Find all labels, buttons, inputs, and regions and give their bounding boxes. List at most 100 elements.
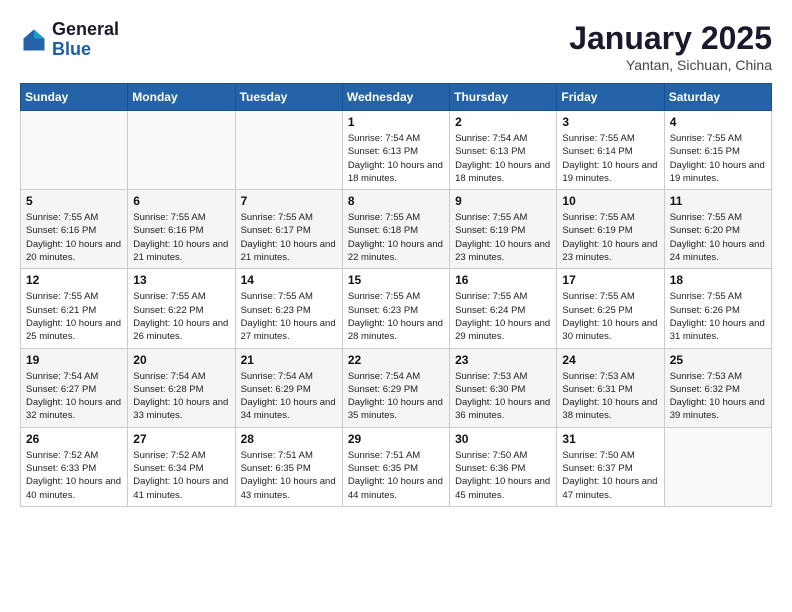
day-info: Sunrise: 7:55 AM Sunset: 6:26 PM Dayligh…	[670, 290, 766, 343]
day-number: 23	[455, 353, 551, 367]
page-header: General Blue January 2025 Yantan, Sichua…	[20, 20, 772, 73]
weekday-header-tuesday: Tuesday	[235, 84, 342, 111]
day-number: 22	[348, 353, 444, 367]
day-cell-26: 26 Sunrise: 7:52 AM Sunset: 6:33 PM Dayli…	[21, 427, 128, 506]
day-cell-8: 8Sunrise: 7:55 AM Sunset: 6:18 PM Daylig…	[342, 190, 449, 269]
day-info: Sunrise: 7:54 AM Sunset: 6:13 PM Dayligh…	[348, 132, 444, 185]
day-cell-15: 15 Sunrise: 7:55 AM Sunset: 6:23 PM Dayli…	[342, 269, 449, 348]
logo-text: General Blue	[52, 20, 119, 60]
day-cell-12: 12 Sunrise: 7:55 AM Sunset: 6:21 PM Dayli…	[21, 269, 128, 348]
day-info: Sunrise: 7:53 AM Sunset: 6:32 PM Dayligh…	[670, 370, 766, 423]
day-cell-13: 13 Sunrise: 7:55 AM Sunset: 6:22 PM Dayli…	[128, 269, 235, 348]
weekday-header-wednesday: Wednesday	[342, 84, 449, 111]
day-cell-30: 30Sunrise: 7:50 AM Sunset: 6:36 PM Dayli…	[450, 427, 557, 506]
day-info: Sunrise: 7:55 AM Sunset: 6:19 PM Dayligh…	[455, 211, 551, 264]
day-number: 27	[133, 432, 229, 446]
day-number: 13	[133, 273, 229, 287]
day-info: Sunrise: 7:55 AM Sunset: 6:16 PM Dayligh…	[26, 211, 122, 264]
day-number: 16	[455, 273, 551, 287]
day-number: 24	[562, 353, 658, 367]
week-row-3: 12 Sunrise: 7:55 AM Sunset: 6:21 PM Dayli…	[21, 269, 772, 348]
day-info: Sunrise: 7:51 AM Sunset: 6:35 PM Dayligh…	[241, 449, 337, 502]
day-cell-4: 4 Sunrise: 7:55 AM Sunset: 6:15 PM Daylig…	[664, 111, 771, 190]
logo: General Blue	[20, 20, 119, 60]
weekday-header-saturday: Saturday	[664, 84, 771, 111]
empty-cell	[128, 111, 235, 190]
weekday-header-row: SundayMondayTuesdayWednesdayThursdayFrid…	[21, 84, 772, 111]
day-info: Sunrise: 7:55 AM Sunset: 6:24 PM Dayligh…	[455, 290, 551, 343]
logo-icon	[20, 26, 48, 54]
day-number: 17	[562, 273, 658, 287]
day-number: 20	[133, 353, 229, 367]
week-row-2: 5 Sunrise: 7:55 AM Sunset: 6:16 PM Daylig…	[21, 190, 772, 269]
day-number: 5	[26, 194, 122, 208]
day-number: 7	[241, 194, 337, 208]
day-cell-27: 27Sunrise: 7:52 AM Sunset: 6:34 PM Dayli…	[128, 427, 235, 506]
day-cell-28: 28 Sunrise: 7:51 AM Sunset: 6:35 PM Dayli…	[235, 427, 342, 506]
location: Yantan, Sichuan, China	[569, 57, 772, 73]
day-info: Sunrise: 7:55 AM Sunset: 6:23 PM Dayligh…	[241, 290, 337, 343]
day-info: Sunrise: 7:55 AM Sunset: 6:19 PM Dayligh…	[562, 211, 658, 264]
day-number: 9	[455, 194, 551, 208]
day-cell-1: 1 Sunrise: 7:54 AM Sunset: 6:13 PM Daylig…	[342, 111, 449, 190]
day-info: Sunrise: 7:55 AM Sunset: 6:22 PM Dayligh…	[133, 290, 229, 343]
weekday-header-sunday: Sunday	[21, 84, 128, 111]
day-cell-17: 17 Sunrise: 7:55 AM Sunset: 6:25 PM Dayli…	[557, 269, 664, 348]
weekday-header-friday: Friday	[557, 84, 664, 111]
day-info: Sunrise: 7:55 AM Sunset: 6:20 PM Dayligh…	[670, 211, 766, 264]
day-cell-24: 24Sunrise: 7:53 AM Sunset: 6:31 PM Dayli…	[557, 348, 664, 427]
week-row-1: 1 Sunrise: 7:54 AM Sunset: 6:13 PM Daylig…	[21, 111, 772, 190]
day-cell-31: 31 Sunrise: 7:50 AM Sunset: 6:37 PM Dayli…	[557, 427, 664, 506]
day-info: Sunrise: 7:55 AM Sunset: 6:23 PM Dayligh…	[348, 290, 444, 343]
day-number: 1	[348, 115, 444, 129]
day-number: 10	[562, 194, 658, 208]
day-info: Sunrise: 7:55 AM Sunset: 6:15 PM Dayligh…	[670, 132, 766, 185]
day-number: 28	[241, 432, 337, 446]
day-number: 3	[562, 115, 658, 129]
day-number: 15	[348, 273, 444, 287]
day-cell-25: 25 Sunrise: 7:53 AM Sunset: 6:32 PM Dayli…	[664, 348, 771, 427]
empty-cell	[664, 427, 771, 506]
week-row-5: 26 Sunrise: 7:52 AM Sunset: 6:33 PM Dayli…	[21, 427, 772, 506]
day-info: Sunrise: 7:55 AM Sunset: 6:17 PM Dayligh…	[241, 211, 337, 264]
day-cell-7: 7 Sunrise: 7:55 AM Sunset: 6:17 PM Daylig…	[235, 190, 342, 269]
day-info: Sunrise: 7:55 AM Sunset: 6:25 PM Dayligh…	[562, 290, 658, 343]
day-number: 29	[348, 432, 444, 446]
day-info: Sunrise: 7:54 AM Sunset: 6:28 PM Dayligh…	[133, 370, 229, 423]
day-number: 25	[670, 353, 766, 367]
day-number: 26	[26, 432, 122, 446]
day-info: Sunrise: 7:55 AM Sunset: 6:14 PM Dayligh…	[562, 132, 658, 185]
day-number: 18	[670, 273, 766, 287]
day-number: 12	[26, 273, 122, 287]
day-number: 19	[26, 353, 122, 367]
day-info: Sunrise: 7:50 AM Sunset: 6:37 PM Dayligh…	[562, 449, 658, 502]
day-info: Sunrise: 7:54 AM Sunset: 6:29 PM Dayligh…	[348, 370, 444, 423]
day-cell-16: 16 Sunrise: 7:55 AM Sunset: 6:24 PM Dayli…	[450, 269, 557, 348]
day-cell-23: 23 Sunrise: 7:53 AM Sunset: 6:30 PM Dayli…	[450, 348, 557, 427]
day-info: Sunrise: 7:50 AM Sunset: 6:36 PM Dayligh…	[455, 449, 551, 502]
weekday-header-monday: Monday	[128, 84, 235, 111]
day-number: 8	[348, 194, 444, 208]
day-info: Sunrise: 7:52 AM Sunset: 6:33 PM Dayligh…	[26, 449, 122, 502]
day-cell-18: 18 Sunrise: 7:55 AM Sunset: 6:26 PM Dayli…	[664, 269, 771, 348]
day-number: 14	[241, 273, 337, 287]
weekday-header-thursday: Thursday	[450, 84, 557, 111]
day-cell-9: 9 Sunrise: 7:55 AM Sunset: 6:19 PM Daylig…	[450, 190, 557, 269]
day-cell-20: 20 Sunrise: 7:54 AM Sunset: 6:28 PM Dayli…	[128, 348, 235, 427]
month-title: January 2025	[569, 20, 772, 57]
day-info: Sunrise: 7:53 AM Sunset: 6:30 PM Dayligh…	[455, 370, 551, 423]
day-number: 11	[670, 194, 766, 208]
day-cell-3: 3 Sunrise: 7:55 AM Sunset: 6:14 PM Daylig…	[557, 111, 664, 190]
empty-cell	[235, 111, 342, 190]
day-info: Sunrise: 7:54 AM Sunset: 6:27 PM Dayligh…	[26, 370, 122, 423]
day-number: 4	[670, 115, 766, 129]
day-info: Sunrise: 7:55 AM Sunset: 6:21 PM Dayligh…	[26, 290, 122, 343]
day-number: 31	[562, 432, 658, 446]
day-cell-19: 19 Sunrise: 7:54 AM Sunset: 6:27 PM Dayli…	[21, 348, 128, 427]
day-info: Sunrise: 7:54 AM Sunset: 6:13 PM Dayligh…	[455, 132, 551, 185]
day-cell-5: 5 Sunrise: 7:55 AM Sunset: 6:16 PM Daylig…	[21, 190, 128, 269]
title-block: January 2025 Yantan, Sichuan, China	[569, 20, 772, 73]
day-cell-21: 21Sunrise: 7:54 AM Sunset: 6:29 PM Dayli…	[235, 348, 342, 427]
empty-cell	[21, 111, 128, 190]
day-cell-29: 29Sunrise: 7:51 AM Sunset: 6:35 PM Dayli…	[342, 427, 449, 506]
